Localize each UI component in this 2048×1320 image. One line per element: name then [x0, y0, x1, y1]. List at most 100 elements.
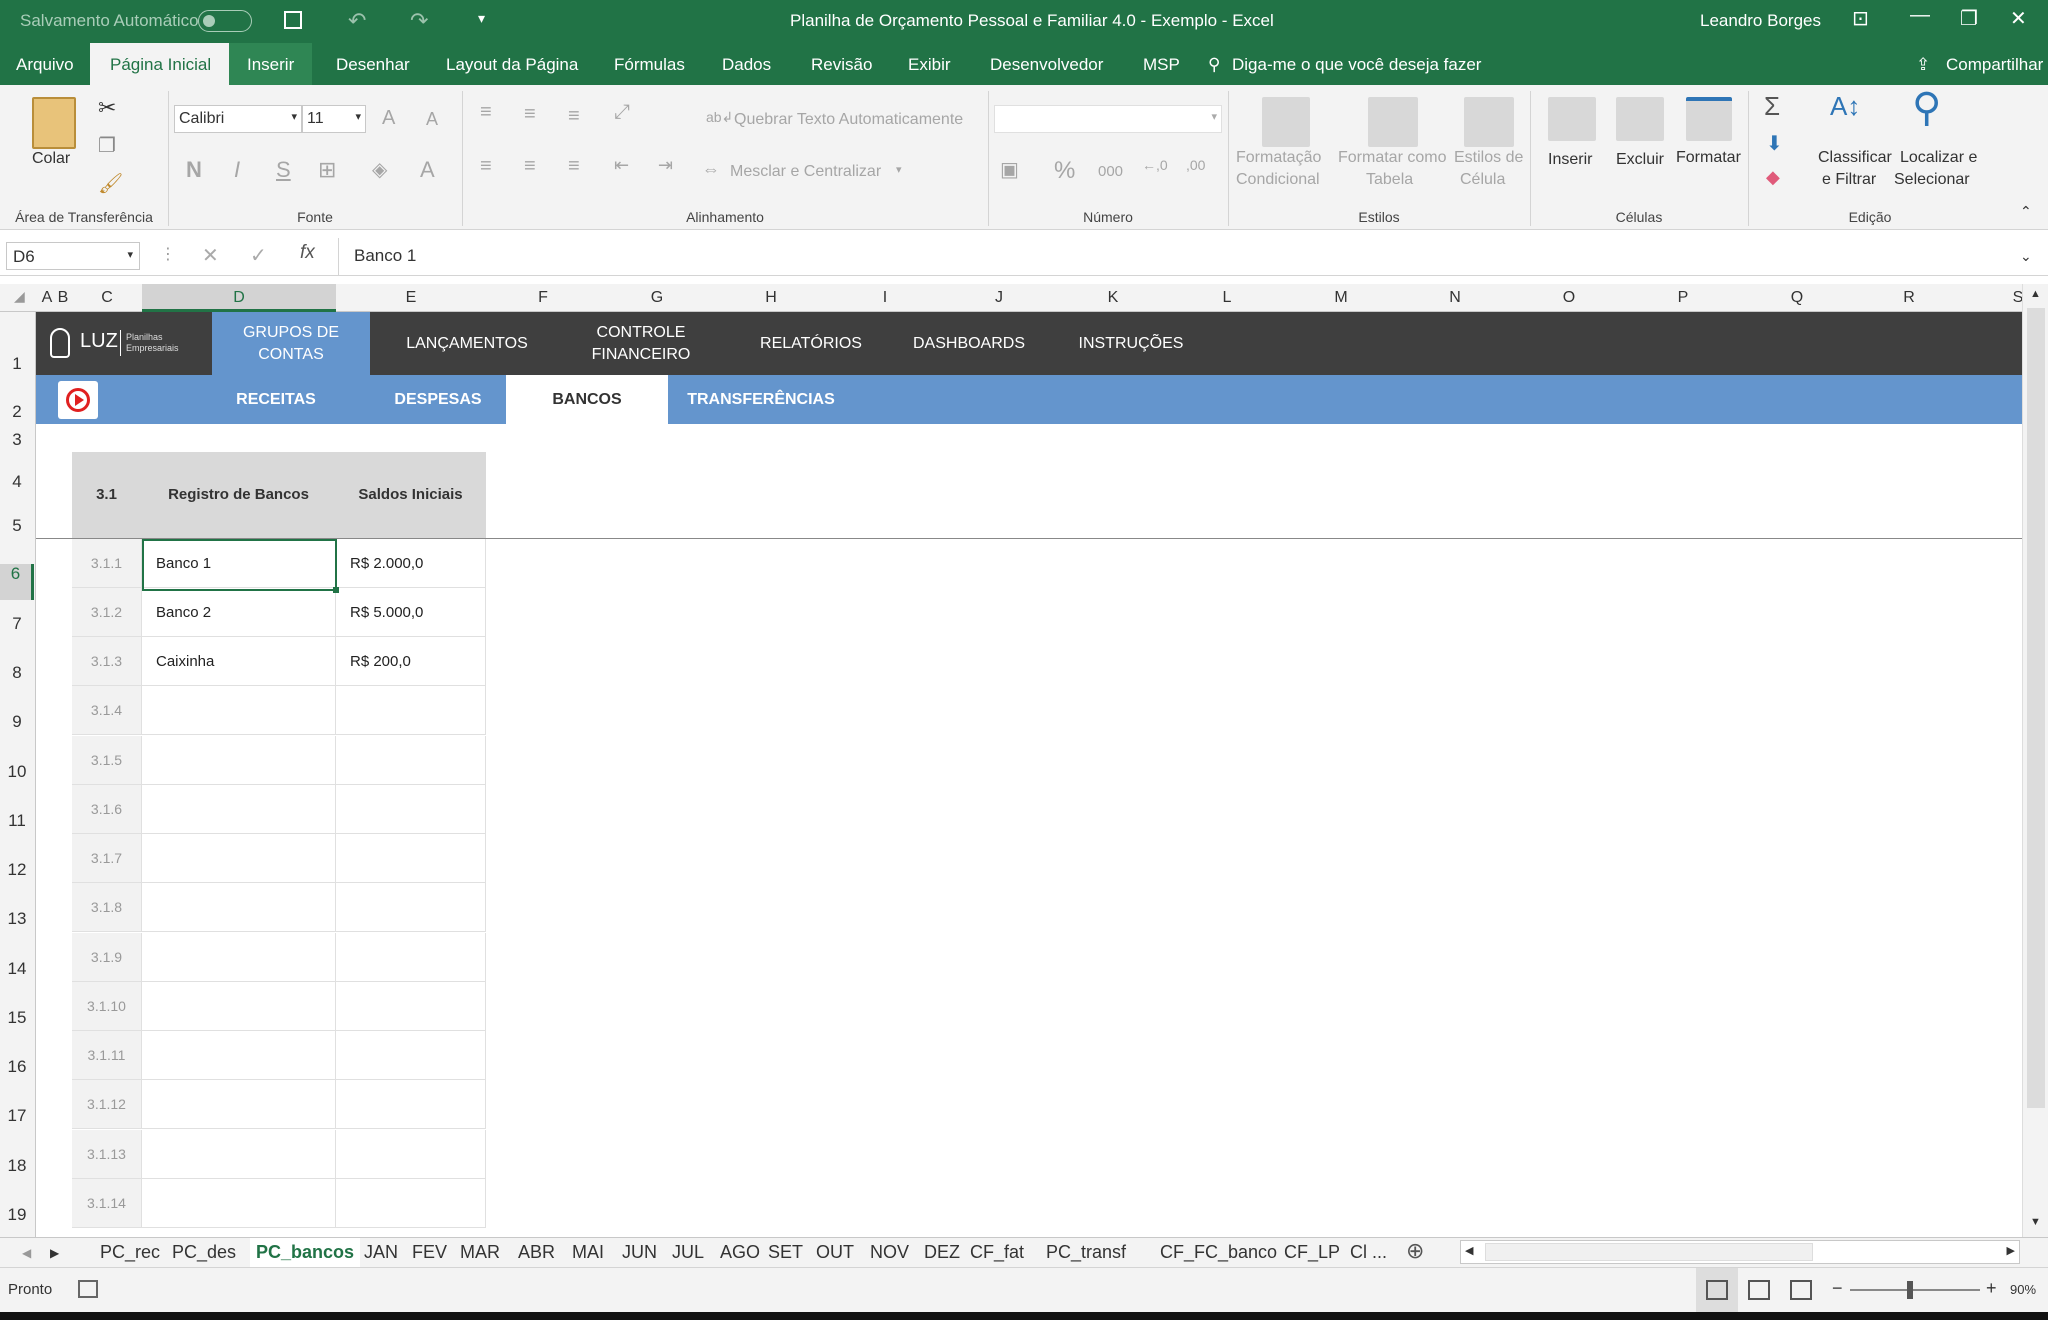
sheet-tab[interactable]: SET [768, 1242, 803, 1263]
initial-balance-cell[interactable] [336, 834, 486, 883]
copy-icon[interactable]: ❐ [98, 133, 116, 158]
initial-balance-cell[interactable] [336, 982, 486, 1031]
tab-desenhar[interactable]: Desenhar [336, 55, 410, 75]
col-header-c[interactable]: C [72, 289, 142, 307]
bank-name-cell[interactable] [142, 736, 336, 785]
row-header[interactable]: 16 [0, 1057, 34, 1077]
sheet-tab[interactable]: DEZ [924, 1242, 960, 1263]
align-top-icon[interactable]: ≡ [480, 101, 492, 124]
col-header-l[interactable]: L [1170, 289, 1284, 307]
save-icon[interactable] [284, 11, 302, 29]
merge-icon[interactable]: ⇔ [702, 159, 720, 180]
thousands-button[interactable]: 000 [1098, 163, 1123, 180]
clear-icon[interactable]: ◆ [1766, 167, 1780, 188]
col-header-k[interactable]: K [1056, 289, 1170, 307]
find-select-label2[interactable]: Selecionar [1894, 171, 1970, 189]
sheet-tab[interactable]: Cl ... [1350, 1242, 1387, 1263]
search-icon[interactable]: ⚲ [1208, 55, 1220, 75]
autosum-icon[interactable]: Σ [1764, 91, 1780, 122]
sort-filter-label2[interactable]: e Filtrar [1822, 171, 1876, 189]
col-header-d[interactable]: D [142, 284, 336, 312]
undo-icon[interactable]: ↶ [348, 8, 366, 34]
col-header-n[interactable]: N [1398, 289, 1512, 307]
row-header[interactable]: 5 [0, 516, 34, 536]
nav-relatorios[interactable]: RELATÓRIOS [736, 312, 886, 375]
font-color-icon[interactable]: A [420, 157, 435, 183]
sort-filter-label1[interactable]: Classificar [1818, 149, 1892, 167]
percent-button[interactable]: % [1054, 157, 1075, 185]
row-header[interactable]: 10 [0, 762, 34, 782]
col-header-j[interactable]: J [942, 289, 1056, 307]
initial-balance-cell[interactable] [336, 883, 486, 932]
tab-exibir[interactable]: Exibir [908, 55, 951, 75]
nav-controle-financeiro[interactable]: CONTROLE FINANCEIRO [566, 312, 716, 375]
tell-me-input[interactable]: Diga-me o que você deseja fazer [1232, 55, 1481, 75]
bank-name-cell[interactable] [142, 1031, 336, 1080]
font-size-select[interactable]: 11 ▾ [302, 105, 366, 133]
zoom-level[interactable]: 90% [2010, 1282, 2036, 1297]
find-select-label1[interactable]: Localizar e [1900, 149, 1977, 167]
sheet-tab[interactable]: FEV [412, 1242, 447, 1263]
row-header[interactable]: 14 [0, 959, 34, 979]
tab-dados[interactable]: Dados [722, 55, 771, 75]
initial-balance-cell[interactable] [336, 933, 486, 982]
row-header[interactable]: 1 [0, 354, 34, 374]
decrease-decimal-icon[interactable]: ,00 [1186, 157, 1205, 173]
sheet-tab[interactable]: CF_LP [1284, 1242, 1340, 1263]
initial-balance-cell[interactable] [336, 785, 486, 834]
row-header[interactable]: 15 [0, 1008, 34, 1028]
wrap-text-icon[interactable]: ab↲ [706, 109, 733, 126]
row-header[interactable]: 17 [0, 1106, 34, 1126]
insert-cells-button[interactable]: Inserir [1548, 151, 1592, 169]
tab-layout[interactable]: Layout da Página [446, 55, 578, 75]
video-icon[interactable] [58, 381, 98, 419]
subnav-transferencias[interactable]: TRANSFERÊNCIAS [676, 375, 846, 424]
sheet-tab[interactable]: NOV [870, 1242, 909, 1263]
cell-styles-icon[interactable] [1464, 97, 1514, 147]
initial-balance-cell[interactable] [336, 1031, 486, 1080]
initial-balance-cell[interactable]: R$ 5.000,0 [336, 588, 486, 637]
bank-name-cell[interactable] [142, 883, 336, 932]
delete-cells-button[interactable]: Excluir [1616, 151, 1664, 169]
italic-button[interactable]: I [234, 157, 240, 183]
decrease-indent-icon[interactable]: ⇤ [614, 155, 629, 176]
select-all-icon[interactable]: ◢ [14, 288, 25, 305]
increase-decimal-icon[interactable]: ←,0 [1142, 157, 1168, 173]
col-header-g[interactable]: G [600, 289, 714, 307]
bank-name-cell[interactable] [142, 686, 336, 735]
collapse-ribbon-icon[interactable]: ⌃ [2020, 203, 2032, 220]
initial-balance-cell[interactable] [336, 1130, 486, 1179]
sheet-tab[interactable]: JUL [672, 1242, 704, 1263]
initial-balance-cell[interactable]: R$ 200,0 [336, 637, 486, 686]
col-header-m[interactable]: M [1284, 289, 1398, 307]
sheet-tab[interactable]: PC_rec [100, 1242, 160, 1263]
bold-button[interactable]: N [186, 157, 202, 183]
bank-name-cell[interactable] [142, 982, 336, 1031]
initial-balance-cell[interactable] [336, 686, 486, 735]
format-table-label1[interactable]: Formatar como [1338, 149, 1446, 167]
subnav-receitas[interactable]: RECEITAS [214, 375, 338, 424]
zoom-slider[interactable] [1850, 1281, 1980, 1299]
tab-msp[interactable]: MSP [1143, 55, 1180, 75]
col-header-r[interactable]: R [1854, 289, 1964, 307]
row-header[interactable]: 8 [0, 663, 34, 683]
vertical-scroll-thumb[interactable] [2027, 308, 2045, 1108]
row-header[interactable]: 18 [0, 1156, 34, 1176]
initial-balance-cell[interactable] [336, 736, 486, 785]
zoom-in-icon[interactable]: + [1986, 1278, 1997, 1299]
share-icon[interactable]: ⇪ [1916, 55, 1930, 75]
paste-button[interactable]: Colar [32, 150, 70, 168]
underline-button[interactable]: S [276, 157, 291, 183]
row-header[interactable]: 4 [0, 472, 34, 492]
subnav-bancos[interactable]: BANCOS [506, 375, 668, 424]
align-right-icon[interactable]: ≡ [568, 155, 580, 178]
insert-cells-icon[interactable] [1548, 97, 1596, 141]
scroll-up-icon[interactable]: ▲ [2030, 288, 2041, 300]
fill-color-icon[interactable]: ◈ [372, 157, 387, 182]
col-header-a[interactable]: A [40, 289, 54, 307]
row-header[interactable]: 6 [0, 564, 34, 600]
ribbon-display-icon[interactable]: ⊡ [1852, 6, 1869, 31]
align-bottom-icon[interactable]: ≡ [568, 105, 580, 128]
sheet-tab[interactable]: JAN [364, 1242, 398, 1263]
autosave-toggle[interactable] [198, 10, 252, 32]
